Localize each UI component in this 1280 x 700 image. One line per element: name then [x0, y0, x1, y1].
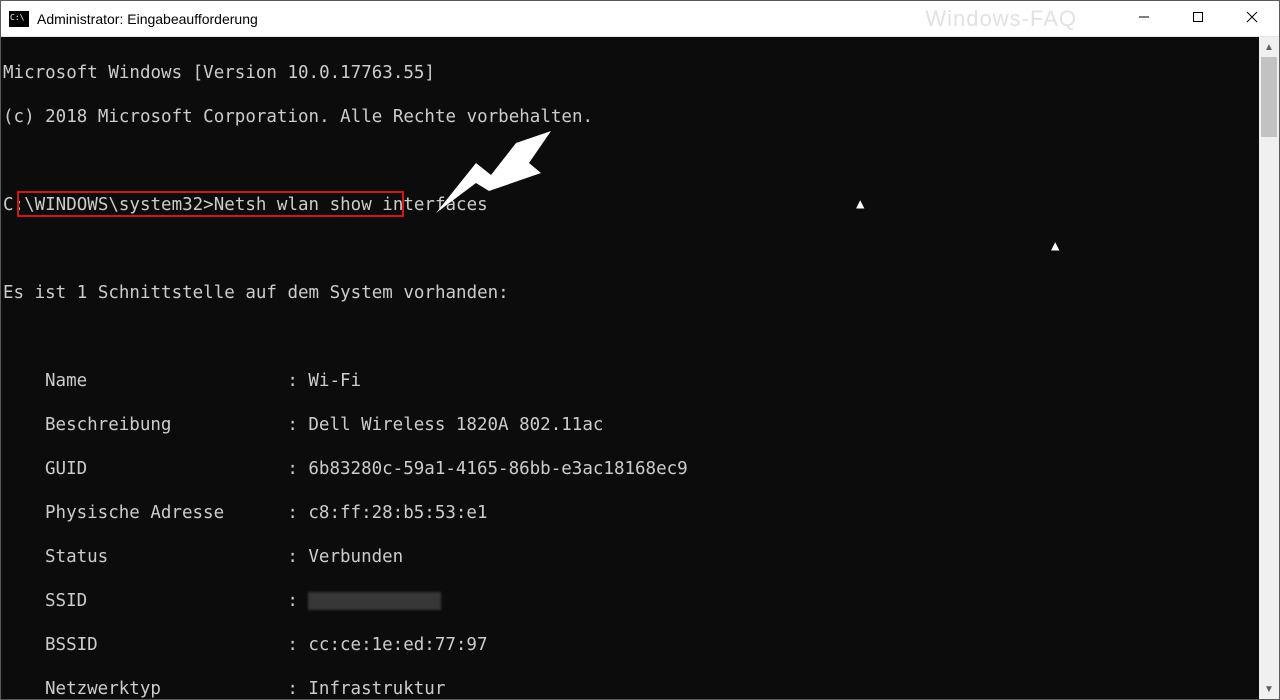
scroll-up-button[interactable]: ▲ — [1259, 37, 1279, 57]
minimize-icon — [1138, 10, 1150, 28]
field-physical-address: Physische Adresse : c8:ff:28:b5:53:e1 — [1, 502, 1259, 524]
field-description: Beschreibung : Dell Wireless 1820A 802.1… — [1, 414, 1259, 436]
censored-ssid — [308, 592, 441, 610]
scroll-thumb[interactable] — [1261, 57, 1277, 137]
close-button[interactable] — [1225, 1, 1279, 36]
entered-command: Netsh wlan show interfaces — [214, 194, 488, 216]
field-guid: GUID : 6b83280c-59a1-4165-86bb-e3ac18168… — [1, 458, 1259, 480]
terminal-output[interactable]: Microsoft Windows [Version 10.0.17763.55… — [1, 37, 1259, 699]
command-line: C:\WINDOWS\system32>Netsh wlan show inte… — [1, 194, 1259, 216]
prompt-path: C:\WINDOWS\system32> — [3, 194, 214, 216]
maximize-button[interactable] — [1171, 1, 1225, 36]
titlebar[interactable]: Administrator: Eingabeaufforderung Windo… — [1, 1, 1279, 37]
cmd-window: Administrator: Eingabeaufforderung Windo… — [0, 0, 1280, 700]
close-icon — [1246, 10, 1258, 28]
field-status: Status : Verbunden — [1, 546, 1259, 568]
vertical-scrollbar[interactable]: ▲ ▼ — [1259, 37, 1279, 699]
banner-line: Microsoft Windows [Version 10.0.17763.55… — [1, 62, 1259, 84]
field-network-type: Netzwerktyp : Infrastruktur — [1, 678, 1259, 699]
blank-line — [1, 150, 1259, 172]
watermark-text: Windows-FAQ — [925, 6, 1077, 32]
scroll-down-button[interactable]: ▼ — [1259, 679, 1279, 699]
minimize-button[interactable] — [1117, 1, 1171, 36]
blank-line — [1, 326, 1259, 348]
scroll-track[interactable] — [1259, 57, 1279, 679]
blank-line — [1, 238, 1259, 260]
window-title: Administrator: Eingabeaufforderung — [37, 11, 258, 27]
cmd-icon — [9, 11, 29, 27]
field-name: Name : Wi-Fi — [1, 370, 1259, 392]
terminal-area: Microsoft Windows [Version 10.0.17763.55… — [1, 37, 1279, 699]
maximize-icon — [1192, 10, 1204, 28]
copyright-line: (c) 2018 Microsoft Corporation. Alle Rec… — [1, 106, 1259, 128]
field-bssid: BSSID : cc:ce:1e:ed:77:97 — [1, 634, 1259, 656]
interface-count-line: Es ist 1 Schnittstelle auf dem System vo… — [1, 282, 1259, 304]
window-controls — [1117, 1, 1279, 36]
field-ssid: SSID : — [1, 590, 1259, 612]
